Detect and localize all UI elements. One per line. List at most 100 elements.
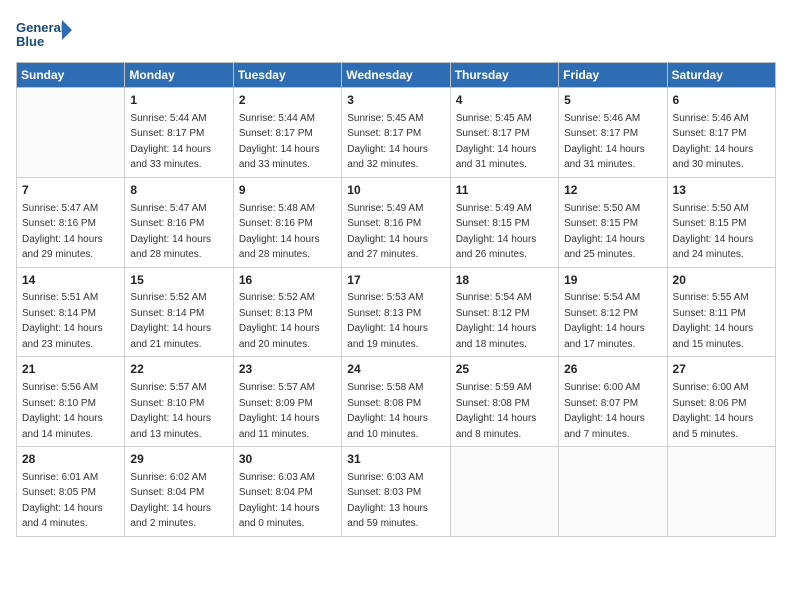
day-info: Sunrise: 5:46 AM Sunset: 8:17 PM Dayligh… bbox=[564, 113, 645, 171]
day-info: Sunrise: 5:46 AM Sunset: 8:17 PM Dayligh… bbox=[673, 113, 754, 171]
calendar-cell: 19 Sunrise: 5:54 AM Sunset: 8:12 PM Dayli… bbox=[559, 267, 667, 357]
calendar-cell: 12Sunrise: 5:50 AM Sunset: 8:15 PM Dayli… bbox=[559, 177, 667, 267]
day-info: Sunrise: 5:49 AM Sunset: 8:16 PM Dayligh… bbox=[347, 203, 428, 261]
calendar-week-row: 28 Sunrise: 6:01 AM Sunset: 8:05 PM Dayli… bbox=[17, 447, 776, 537]
calendar-cell: 29Sunrise: 6:02 AM Sunset: 8:04 PM Dayli… bbox=[125, 447, 233, 537]
day-info: Sunrise: 5:50 AM Sunset: 8:15 PM Dayligh… bbox=[564, 203, 645, 261]
calendar-cell bbox=[667, 447, 775, 537]
day-info: Sunrise: 6:01 AM Sunset: 8:05 PM Dayligh… bbox=[22, 472, 103, 530]
day-number: 28 bbox=[22, 451, 119, 468]
calendar-cell: 31 Sunrise: 6:03 AM Sunset: 8:03 PM Dayli… bbox=[342, 447, 450, 537]
day-number: 18 bbox=[456, 272, 553, 289]
calendar-cell: 18 Sunrise: 5:54 AM Sunset: 8:12 PM Dayli… bbox=[450, 267, 558, 357]
calendar-cell: 6Sunrise: 5:46 AM Sunset: 8:17 PM Daylig… bbox=[667, 88, 775, 178]
day-number: 10 bbox=[347, 182, 444, 199]
day-of-week-header: Thursday bbox=[450, 63, 558, 88]
day-number: 5 bbox=[564, 92, 661, 109]
calendar-cell: 2 Sunrise: 5:44 AM Sunset: 8:17 PM Daylig… bbox=[233, 88, 341, 178]
day-info: Sunrise: 5:57 AM Sunset: 8:09 PM Dayligh… bbox=[239, 382, 320, 440]
calendar-week-row: 7 Sunrise: 5:47 AM Sunset: 8:16 PM Daylig… bbox=[17, 177, 776, 267]
day-number: 19 bbox=[564, 272, 661, 289]
calendar-cell: 17 Sunrise: 5:53 AM Sunset: 8:13 PM Dayli… bbox=[342, 267, 450, 357]
day-info: Sunrise: 6:03 AM Sunset: 8:03 PM Dayligh… bbox=[347, 472, 428, 530]
day-number: 8 bbox=[130, 182, 227, 199]
day-info: Sunrise: 5:49 AM Sunset: 8:15 PM Dayligh… bbox=[456, 203, 537, 261]
day-info: Sunrise: 5:57 AM Sunset: 8:10 PM Dayligh… bbox=[130, 382, 211, 440]
calendar-cell: 1Sunrise: 5:44 AM Sunset: 8:17 PM Daylig… bbox=[125, 88, 233, 178]
day-info: Sunrise: 5:51 AM Sunset: 8:14 PM Dayligh… bbox=[22, 292, 103, 350]
calendar-cell: 28 Sunrise: 6:01 AM Sunset: 8:05 PM Dayli… bbox=[17, 447, 125, 537]
calendar-cell: 22 Sunrise: 5:57 AM Sunset: 8:10 PM Dayli… bbox=[125, 357, 233, 447]
day-number: 2 bbox=[239, 92, 336, 109]
svg-text:Blue: Blue bbox=[16, 34, 44, 49]
calendar-cell: 7 Sunrise: 5:47 AM Sunset: 8:16 PM Daylig… bbox=[17, 177, 125, 267]
calendar-cell: 14Sunrise: 5:51 AM Sunset: 8:14 PM Dayli… bbox=[17, 267, 125, 357]
day-number: 13 bbox=[673, 182, 770, 199]
day-number: 7 bbox=[22, 182, 119, 199]
day-info: Sunrise: 5:55 AM Sunset: 8:11 PM Dayligh… bbox=[673, 292, 754, 350]
day-info: Sunrise: 5:58 AM Sunset: 8:08 PM Dayligh… bbox=[347, 382, 428, 440]
day-of-week-header: Monday bbox=[125, 63, 233, 88]
day-number: 4 bbox=[456, 92, 553, 109]
calendar-cell: 5 Sunrise: 5:46 AM Sunset: 8:17 PM Daylig… bbox=[559, 88, 667, 178]
day-number: 23 bbox=[239, 361, 336, 378]
calendar-cell bbox=[17, 88, 125, 178]
day-info: Sunrise: 5:47 AM Sunset: 8:16 PM Dayligh… bbox=[130, 203, 211, 261]
day-info: Sunrise: 5:52 AM Sunset: 8:14 PM Dayligh… bbox=[130, 292, 211, 350]
day-of-week-header: Sunday bbox=[17, 63, 125, 88]
calendar-cell: 20 Sunrise: 5:55 AM Sunset: 8:11 PM Dayli… bbox=[667, 267, 775, 357]
day-number: 15 bbox=[130, 272, 227, 289]
calendar-table: SundayMondayTuesdayWednesdayThursdayFrid… bbox=[16, 62, 776, 537]
calendar-cell: 16 Sunrise: 5:52 AM Sunset: 8:13 PM Dayli… bbox=[233, 267, 341, 357]
day-number: 11 bbox=[456, 182, 553, 199]
day-info: Sunrise: 5:52 AM Sunset: 8:13 PM Dayligh… bbox=[239, 292, 320, 350]
day-info: Sunrise: 5:44 AM Sunset: 8:17 PM Dayligh… bbox=[130, 113, 211, 171]
day-of-week-header: Tuesday bbox=[233, 63, 341, 88]
page-header: General Blue bbox=[16, 16, 776, 54]
day-info: Sunrise: 5:50 AM Sunset: 8:15 PM Dayligh… bbox=[673, 203, 754, 261]
day-of-week-header: Friday bbox=[559, 63, 667, 88]
day-number: 21 bbox=[22, 361, 119, 378]
calendar-week-row: 14Sunrise: 5:51 AM Sunset: 8:14 PM Dayli… bbox=[17, 267, 776, 357]
svg-text:General: General bbox=[16, 20, 64, 35]
day-info: Sunrise: 5:47 AM Sunset: 8:16 PM Dayligh… bbox=[22, 203, 103, 261]
day-number: 16 bbox=[239, 272, 336, 289]
logo: General Blue bbox=[16, 16, 76, 54]
calendar-cell: 30Sunrise: 6:03 AM Sunset: 8:04 PM Dayli… bbox=[233, 447, 341, 537]
day-number: 17 bbox=[347, 272, 444, 289]
calendar-week-row: 21Sunrise: 5:56 AM Sunset: 8:10 PM Dayli… bbox=[17, 357, 776, 447]
calendar-cell: 9Sunrise: 5:48 AM Sunset: 8:16 PM Daylig… bbox=[233, 177, 341, 267]
day-info: Sunrise: 5:45 AM Sunset: 8:17 PM Dayligh… bbox=[347, 113, 428, 171]
calendar-cell: 25 Sunrise: 5:59 AM Sunset: 8:08 PM Dayli… bbox=[450, 357, 558, 447]
calendar-cell: 26Sunrise: 6:00 AM Sunset: 8:07 PM Dayli… bbox=[559, 357, 667, 447]
calendar-cell: 8 Sunrise: 5:47 AM Sunset: 8:16 PM Daylig… bbox=[125, 177, 233, 267]
calendar-week-row: 1Sunrise: 5:44 AM Sunset: 8:17 PM Daylig… bbox=[17, 88, 776, 178]
calendar-cell: 4 Sunrise: 5:45 AM Sunset: 8:17 PM Daylig… bbox=[450, 88, 558, 178]
calendar-cell: 13 Sunrise: 5:50 AM Sunset: 8:15 PM Dayli… bbox=[667, 177, 775, 267]
calendar-cell: 15 Sunrise: 5:52 AM Sunset: 8:14 PM Dayli… bbox=[125, 267, 233, 357]
day-number: 25 bbox=[456, 361, 553, 378]
logo-icon: General Blue bbox=[16, 16, 76, 54]
day-info: Sunrise: 5:54 AM Sunset: 8:12 PM Dayligh… bbox=[456, 292, 537, 350]
calendar-cell: 10 Sunrise: 5:49 AM Sunset: 8:16 PM Dayli… bbox=[342, 177, 450, 267]
day-info: Sunrise: 6:00 AM Sunset: 8:06 PM Dayligh… bbox=[673, 382, 754, 440]
calendar-cell: 27Sunrise: 6:00 AM Sunset: 8:06 PM Dayli… bbox=[667, 357, 775, 447]
calendar-cell: 11 Sunrise: 5:49 AM Sunset: 8:15 PM Dayli… bbox=[450, 177, 558, 267]
day-of-week-header: Saturday bbox=[667, 63, 775, 88]
calendar-cell bbox=[450, 447, 558, 537]
day-number: 31 bbox=[347, 451, 444, 468]
day-number: 20 bbox=[673, 272, 770, 289]
day-info: Sunrise: 6:03 AM Sunset: 8:04 PM Dayligh… bbox=[239, 472, 320, 530]
calendar-header-row: SundayMondayTuesdayWednesdayThursdayFrid… bbox=[17, 63, 776, 88]
day-info: Sunrise: 5:53 AM Sunset: 8:13 PM Dayligh… bbox=[347, 292, 428, 350]
day-info: Sunrise: 5:54 AM Sunset: 8:12 PM Dayligh… bbox=[564, 292, 645, 350]
day-number: 22 bbox=[130, 361, 227, 378]
day-number: 29 bbox=[130, 451, 227, 468]
day-info: Sunrise: 5:45 AM Sunset: 8:17 PM Dayligh… bbox=[456, 113, 537, 171]
calendar-cell: 24Sunrise: 5:58 AM Sunset: 8:08 PM Dayli… bbox=[342, 357, 450, 447]
calendar-cell bbox=[559, 447, 667, 537]
day-info: Sunrise: 5:59 AM Sunset: 8:08 PM Dayligh… bbox=[456, 382, 537, 440]
day-number: 9 bbox=[239, 182, 336, 199]
day-info: Sunrise: 6:00 AM Sunset: 8:07 PM Dayligh… bbox=[564, 382, 645, 440]
day-info: Sunrise: 5:44 AM Sunset: 8:17 PM Dayligh… bbox=[239, 113, 320, 171]
